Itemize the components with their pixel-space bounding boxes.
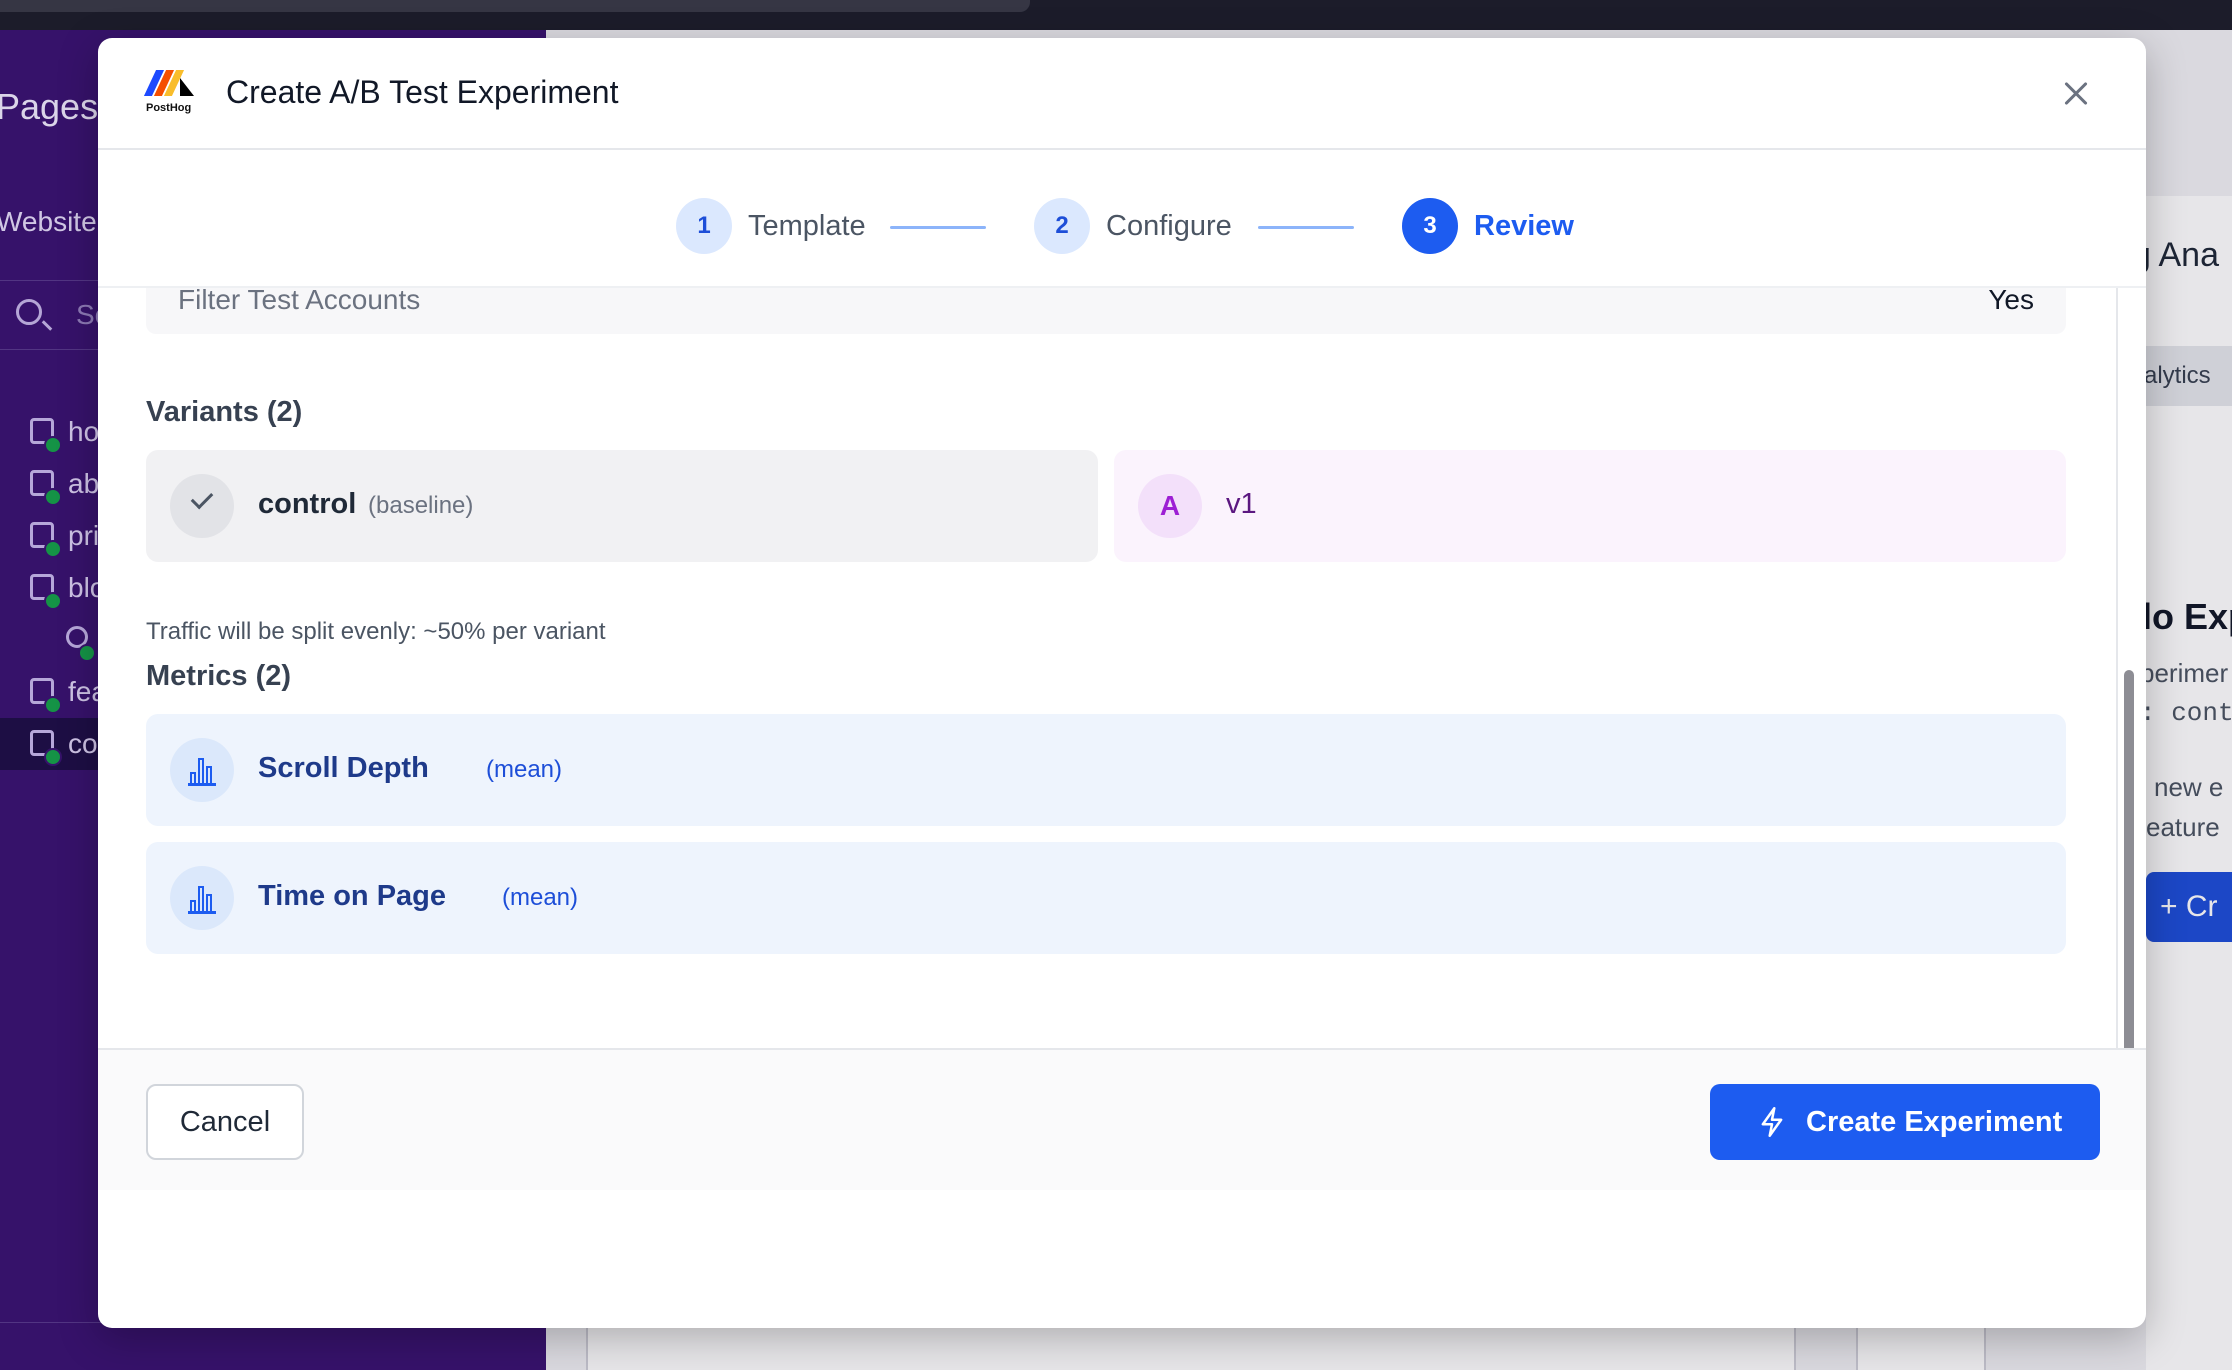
variant-tag: (baseline): [368, 492, 474, 519]
logo-wordmark: PostHog: [146, 102, 192, 114]
check-icon: [190, 486, 214, 510]
cancel-button[interactable]: Cancel: [146, 1084, 304, 1160]
variant-badge: A: [1138, 474, 1202, 538]
wizard-stepper: 1 Template 2 Configure 3 Review: [98, 150, 2146, 288]
metrics-heading: Metrics (2): [146, 660, 292, 692]
step-number: 1: [676, 198, 732, 254]
modal-footer: Cancel Create Experiment: [98, 1048, 2146, 1190]
traffic-split-note: Traffic will be split evenly: ~50% per v…: [146, 618, 606, 645]
modal-body[interactable]: Filter Test Accounts Yes Variants (2) co…: [98, 288, 2146, 1048]
bar-chart-icon: [188, 884, 216, 914]
create-experiment-label: Create Experiment: [1806, 1106, 2063, 1138]
variant-card-v1: A v1: [1114, 450, 2066, 562]
metric-name: Time on Page: [258, 880, 447, 912]
metric-tag: (mean): [502, 884, 579, 911]
lightning-icon: [1761, 1107, 1783, 1137]
posthog-logo: PostHog: [143, 70, 198, 120]
step-connector: [1258, 226, 1354, 229]
step-label: Template: [748, 210, 866, 242]
variant-name: v1: [1226, 488, 1257, 520]
metric-card-time-on-page: Time on Page (mean): [146, 842, 2066, 954]
create-experiment-modal: PostHog Create A/B Test Experiment 1 Tem…: [98, 38, 2146, 1328]
metric-card-scroll-depth: Scroll Depth (mean): [146, 714, 2066, 826]
create-experiment-button[interactable]: Create Experiment: [1710, 1084, 2100, 1160]
metric-tag: (mean): [486, 756, 563, 783]
step-connector: [890, 226, 986, 229]
modal-title: Create A/B Test Experiment: [226, 74, 619, 110]
bar-chart-icon: [188, 756, 216, 786]
summary-key: Filter Test Accounts: [178, 288, 421, 315]
close-icon[interactable]: [2058, 76, 2094, 112]
metric-name: Scroll Depth: [258, 752, 429, 784]
metric-badge: [170, 738, 234, 802]
variant-name: control: [258, 488, 357, 520]
summary-value: Yes: [1988, 288, 2034, 315]
summary-row-filter-test-accounts: Filter Test Accounts Yes: [146, 288, 2066, 334]
step-label: Review: [1474, 210, 1574, 242]
modal-header: PostHog Create A/B Test Experiment: [98, 38, 2146, 150]
step-number: 3: [1402, 198, 1458, 254]
step-label: Configure: [1106, 210, 1232, 242]
variants-heading: Variants (2): [146, 396, 303, 428]
metric-badge: [170, 866, 234, 930]
step-number: 2: [1034, 198, 1090, 254]
scrollbar-thumb[interactable]: [2124, 670, 2134, 1082]
modal-scrollbar[interactable]: [2116, 288, 2138, 1082]
variant-badge: [170, 474, 234, 538]
variant-card-control: control (baseline): [146, 450, 1098, 562]
